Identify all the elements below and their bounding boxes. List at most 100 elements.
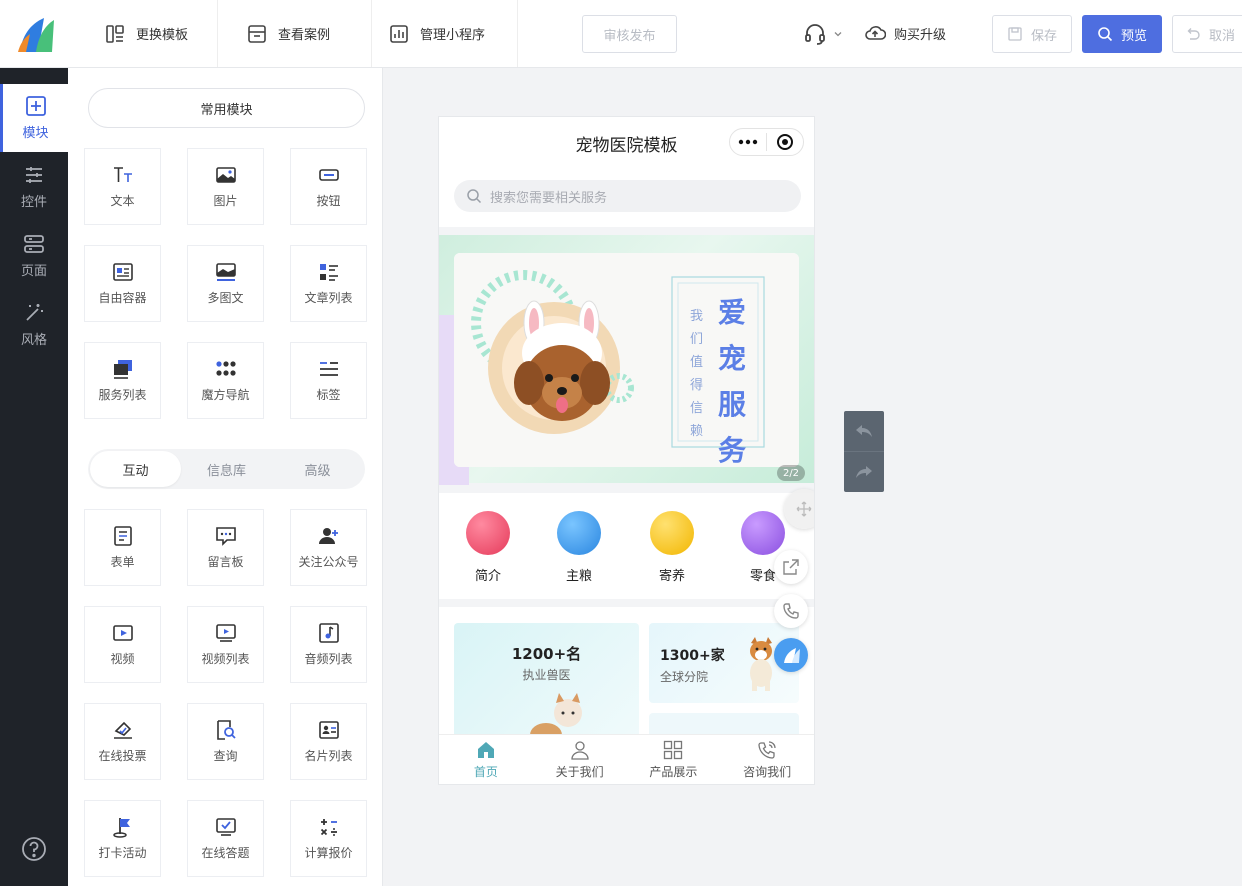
module-button[interactable]: 按钮 bbox=[290, 148, 367, 225]
user-icon bbox=[570, 740, 589, 760]
module-label: 在线答题 bbox=[201, 846, 250, 860]
redo-arrow-icon bbox=[856, 465, 872, 478]
view-cases-label: 查看案例 bbox=[278, 28, 331, 43]
module-online-quiz[interactable]: 在线答题 bbox=[187, 800, 264, 877]
module-multi-image-text[interactable]: 多图文 bbox=[187, 245, 264, 322]
module-text[interactable]: 文本 bbox=[84, 148, 161, 225]
app-logo-icon[interactable] bbox=[14, 14, 58, 54]
banner-subline-char: 信 bbox=[690, 401, 704, 416]
sliders-icon bbox=[26, 167, 42, 183]
search-bar[interactable]: 搜索您需要相关服务 bbox=[454, 180, 801, 212]
redo-button[interactable] bbox=[844, 451, 884, 491]
tabbar-contact[interactable]: 咨询我们 bbox=[720, 735, 814, 784]
tag-icon bbox=[319, 362, 338, 376]
module-follow-account[interactable]: 关注公众号 bbox=[290, 509, 367, 586]
module-checkin-activity[interactable]: 打卡活动 bbox=[84, 800, 161, 877]
module-label: 视频列表 bbox=[201, 652, 250, 666]
cloud-upload-icon bbox=[865, 26, 886, 40]
close-target-icon[interactable] bbox=[767, 133, 803, 151]
tabbar-label: 首页 bbox=[473, 764, 498, 779]
banner-headline-char: 爱 bbox=[718, 296, 747, 329]
miniapp-capsule[interactable] bbox=[729, 128, 804, 156]
module-video-list[interactable]: 视频列表 bbox=[187, 606, 264, 683]
nav-label: 寄养 bbox=[658, 569, 685, 584]
module-audio-list[interactable]: 音频列表 bbox=[290, 606, 367, 683]
cancel-button[interactable]: 取消 bbox=[1172, 15, 1242, 53]
call-float-button[interactable] bbox=[774, 594, 808, 628]
container-icon bbox=[112, 263, 133, 281]
undo-button[interactable] bbox=[844, 411, 884, 451]
banner-carousel[interactable]: 爱 宠 服 务 我 们 值 得 信 赖 2/2 bbox=[439, 235, 814, 485]
search-icon bbox=[467, 189, 482, 204]
card-list-icon bbox=[318, 721, 339, 739]
nav-staple-food[interactable]: 主粮 bbox=[549, 511, 609, 584]
pet-tag-icon bbox=[650, 511, 694, 555]
support-dropdown[interactable] bbox=[803, 22, 843, 46]
tabbar-products[interactable]: 产品展示 bbox=[627, 735, 721, 784]
module-article-list[interactable]: 文章列表 bbox=[290, 245, 367, 322]
nav-item-label: 风格 bbox=[20, 333, 47, 348]
nav-boarding[interactable]: 寄养 bbox=[642, 511, 702, 584]
module-cube-nav[interactable]: 魔方导航 bbox=[187, 342, 264, 419]
nav-item-pages[interactable]: 页面 bbox=[0, 222, 68, 290]
save-button[interactable]: 保存 bbox=[992, 15, 1072, 53]
banner-subline: 我 们 值 得 信 赖 bbox=[690, 305, 703, 439]
phone-icon bbox=[783, 603, 799, 619]
tab-interactive[interactable]: 互动 bbox=[90, 451, 181, 487]
brand-float-button[interactable] bbox=[774, 638, 808, 672]
manage-miniapp-button[interactable]: 管理小程序 bbox=[372, 0, 518, 67]
change-template-button[interactable]: 更换模板 bbox=[88, 0, 218, 67]
audio-list-icon bbox=[318, 623, 339, 643]
common-modules-header[interactable]: 常用模块 bbox=[88, 88, 365, 128]
nav-intro[interactable]: 简介 bbox=[458, 511, 518, 584]
help-icon[interactable] bbox=[21, 836, 47, 862]
module-query[interactable]: 查询 bbox=[187, 703, 264, 780]
module-form[interactable]: 表单 bbox=[84, 509, 161, 586]
module-image[interactable]: 图片 bbox=[187, 148, 264, 225]
module-label: 打卡活动 bbox=[98, 846, 147, 860]
phone-call-icon bbox=[758, 740, 776, 759]
more-dots-icon[interactable] bbox=[730, 139, 766, 145]
corgi-photo bbox=[750, 637, 772, 691]
share-float-button[interactable] bbox=[774, 550, 808, 584]
module-video[interactable]: 视频 bbox=[84, 606, 161, 683]
history-panel bbox=[844, 411, 884, 492]
preview-button[interactable]: 预览 bbox=[1082, 15, 1162, 53]
module-label: 在线投票 bbox=[98, 749, 147, 763]
pet-face-icon bbox=[741, 511, 785, 555]
interactive-modules-grid: 表单 留言板 关注公众号 视频 视频列表 音频列表 在线投票 查询 名片列表 打… bbox=[84, 509, 367, 877]
button-icon bbox=[318, 169, 339, 181]
food-bowl-icon bbox=[557, 511, 601, 555]
audit-publish-button[interactable]: 审核发布 bbox=[582, 15, 677, 53]
banner-subline-char: 赖 bbox=[690, 424, 704, 439]
tab-info-library[interactable]: 信息库 bbox=[181, 451, 272, 487]
nav-item-label: 页面 bbox=[20, 264, 47, 279]
module-tag[interactable]: 标签 bbox=[290, 342, 367, 419]
phone-preview: 宠物医院模板 搜索您需要相关服务 爱 宠 服 务 我 们 值 得 信 赖 2/2… bbox=[439, 117, 814, 784]
module-calculate-quote[interactable]: 计算报价 bbox=[290, 800, 367, 877]
nav-item-style[interactable]: 风格 bbox=[0, 291, 68, 359]
nav-item-controls[interactable]: 控件 bbox=[0, 153, 68, 221]
tabbar-about[interactable]: 关于我们 bbox=[533, 735, 627, 784]
pages-icon bbox=[24, 235, 44, 253]
quiz-icon bbox=[215, 818, 236, 836]
upgrade-button[interactable]: 购买升级 bbox=[864, 22, 946, 44]
search-icon bbox=[1098, 27, 1113, 42]
module-label: 多图文 bbox=[207, 291, 244, 305]
module-online-vote[interactable]: 在线投票 bbox=[84, 703, 161, 780]
module-free-container[interactable]: 自由容器 bbox=[84, 245, 161, 322]
module-label: 视频 bbox=[110, 652, 135, 666]
module-card-list[interactable]: 名片列表 bbox=[290, 703, 367, 780]
tabbar-label: 关于我们 bbox=[555, 764, 604, 779]
plus-square-icon bbox=[25, 96, 46, 116]
tabbar-home[interactable]: 首页 bbox=[439, 735, 533, 784]
module-service-list[interactable]: 服务列表 bbox=[84, 342, 161, 419]
calculator-icon bbox=[320, 819, 337, 836]
undo-arrow-icon bbox=[856, 425, 872, 437]
nav-item-modules[interactable]: 模块 bbox=[0, 84, 68, 152]
module-message-board[interactable]: 留言板 bbox=[187, 509, 264, 586]
tab-advanced[interactable]: 高级 bbox=[272, 451, 363, 487]
view-cases-button[interactable]: 查看案例 bbox=[230, 0, 372, 67]
stat-label: 执业兽医 bbox=[522, 668, 571, 682]
chart-icon bbox=[390, 24, 408, 43]
